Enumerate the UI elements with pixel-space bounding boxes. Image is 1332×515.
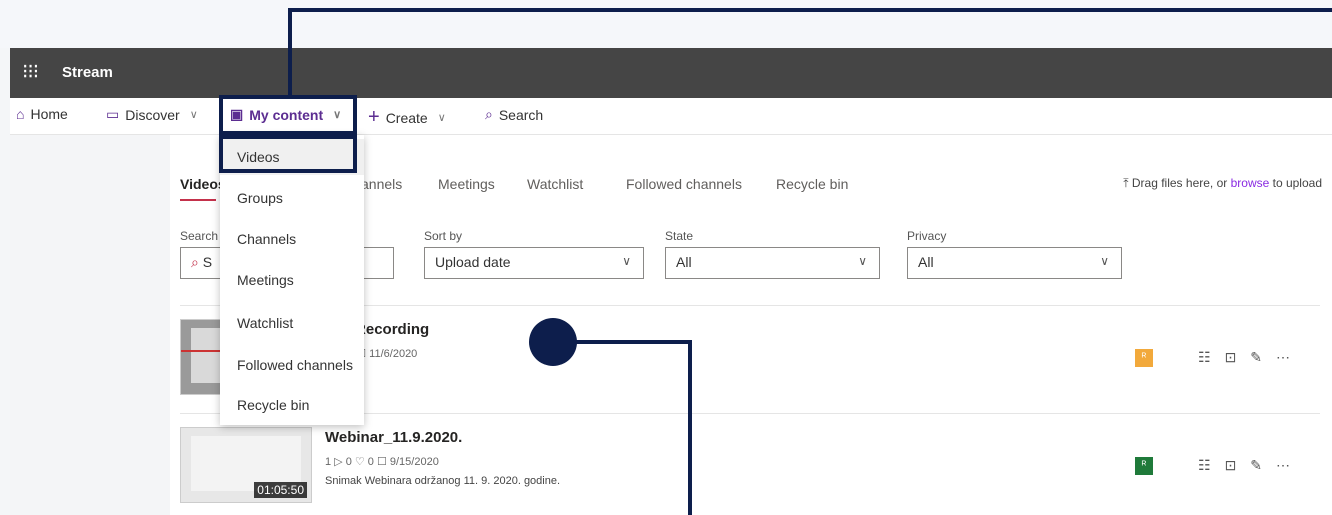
tab-recycle-bin[interactable]: Recycle bin — [776, 176, 848, 192]
chevron-down-icon: ∨ — [189, 109, 198, 121]
video-stats: 1 ▷ 0 ♡ 0 ☐ 9/15/2020 — [325, 456, 439, 468]
privacy-badge: ᴿ — [1135, 349, 1153, 367]
state-label: State — [665, 229, 694, 243]
video-description: Snimak Webinara održanog 11. 9. 2020. go… — [325, 475, 561, 487]
nav-discover[interactable]: ▭ Discover ∨ — [106, 106, 198, 123]
nav-home-label: Home — [30, 106, 68, 122]
chevron-down-icon: ∨ — [437, 112, 446, 124]
add-to-group-icon[interactable]: ⊡ — [1225, 349, 1237, 366]
upload-icon: ⤒ — [1123, 176, 1132, 190]
video-actions: ☷ ⊡ ✎ ⋯ — [1198, 349, 1290, 366]
edit-icon[interactable]: ✎ — [1250, 349, 1262, 366]
video-actions: ☷ ⊡ ✎ ⋯ — [1198, 457, 1290, 474]
video-title[interactable]: Webinar_11.9.2020. — [325, 429, 462, 446]
upload-prefix: Drag files here, or — [1131, 176, 1231, 190]
edit-icon[interactable]: ✎ — [1250, 457, 1262, 474]
main-page: Videos annels Meetings Watchlist Followe… — [10, 135, 1332, 515]
tab-watchlist[interactable]: Watchlist — [527, 176, 583, 192]
menu-item-watchlist[interactable]: Watchlist — [220, 305, 364, 341]
menu-item-meetings[interactable]: Meetings — [220, 262, 364, 298]
state-select[interactable]: All ∨ — [665, 247, 880, 279]
video-duration: 01:05:50 — [254, 482, 307, 498]
sort-label: Sort by — [424, 229, 463, 243]
add-to-watchlist-icon[interactable]: ☷ — [1198, 349, 1211, 366]
tab-videos[interactable]: Videos — [180, 176, 226, 192]
privacy-badge: ᴿ — [1135, 457, 1153, 475]
app-name: Stream — [62, 64, 113, 81]
nav-search-label: Search — [498, 106, 544, 123]
menu-item-followed-channels[interactable]: Followed channels — [220, 347, 364, 383]
tab-followed-channels[interactable]: Followed channels — [626, 176, 742, 192]
tab-meetings[interactable]: Meetings — [438, 176, 495, 192]
state-value: All — [676, 254, 692, 270]
my-content-dropdown: Videos Groups Channels Meetings Watchlis… — [220, 135, 364, 425]
upload-suffix: to upload — [1269, 176, 1322, 190]
chevron-down-icon: ∨ — [1100, 254, 1109, 268]
active-tab-indicator — [180, 199, 216, 201]
upload-area[interactable]: ⤒ Drag files here, or browse to upload — [1123, 176, 1322, 191]
tab-channels[interactable]: annels — [361, 176, 402, 192]
search-placeholder: S — [202, 254, 213, 270]
video-row[interactable]: 01:05:50 Webinar_11.9.2020. 1 ▷ 0 ♡ 0 ☐ … — [180, 415, 1320, 515]
annotation-connector — [560, 340, 691, 344]
chevron-down-icon: ∨ — [858, 254, 867, 268]
sort-value: Upload date — [435, 254, 511, 270]
app-launcher-icon[interactable]: ⁝⁝⁝ — [22, 60, 39, 84]
annotation-connector — [288, 8, 292, 97]
discover-icon: ▭ — [106, 106, 120, 122]
nav-discover-label: Discover — [125, 106, 180, 123]
annotation-highlight-videos — [219, 135, 357, 173]
nav-create[interactable]: + Create ∨ — [368, 106, 446, 129]
top-navigation: ⌂ Home ▭ Discover ∨ ▣ My content ∨ + Cre… — [10, 98, 1332, 135]
privacy-value: All — [918, 254, 934, 270]
menu-item-recycle-bin[interactable]: Recycle bin — [220, 387, 364, 423]
annotation-highlight-my-content — [219, 95, 357, 135]
browse-link[interactable]: browse — [1231, 176, 1270, 190]
privacy-select[interactable]: All ∨ — [907, 247, 1122, 279]
privacy-label: Privacy — [907, 229, 947, 243]
menu-item-channels[interactable]: Channels — [220, 221, 364, 257]
add-to-watchlist-icon[interactable]: ☷ — [1198, 457, 1211, 474]
sort-select[interactable]: Upload date ∨ — [424, 247, 644, 279]
annotation-connector — [288, 8, 1332, 12]
nav-home[interactable]: ⌂ Home — [16, 106, 68, 122]
add-to-group-icon[interactable]: ⊡ — [1225, 457, 1237, 474]
suite-header: ⁝⁝⁝ Stream — [10, 48, 1332, 98]
plus-icon: + — [368, 106, 380, 128]
search-label: Search — [180, 229, 219, 243]
annotation-connector — [688, 340, 692, 515]
search-icon: ⌕ — [191, 254, 203, 270]
video-thumbnail[interactable]: 01:05:50 — [180, 427, 312, 503]
chevron-down-icon: ∨ — [622, 254, 631, 268]
search-icon: ⌕ — [485, 106, 493, 122]
home-icon: ⌂ — [16, 106, 25, 122]
more-options-icon[interactable]: ⋯ — [1276, 457, 1290, 474]
nav-search[interactable]: ⌕ Search — [485, 106, 543, 123]
more-options-icon[interactable]: ⋯ — [1276, 349, 1290, 366]
menu-item-groups[interactable]: Groups — [220, 180, 364, 216]
nav-create-label: Create — [385, 109, 428, 126]
